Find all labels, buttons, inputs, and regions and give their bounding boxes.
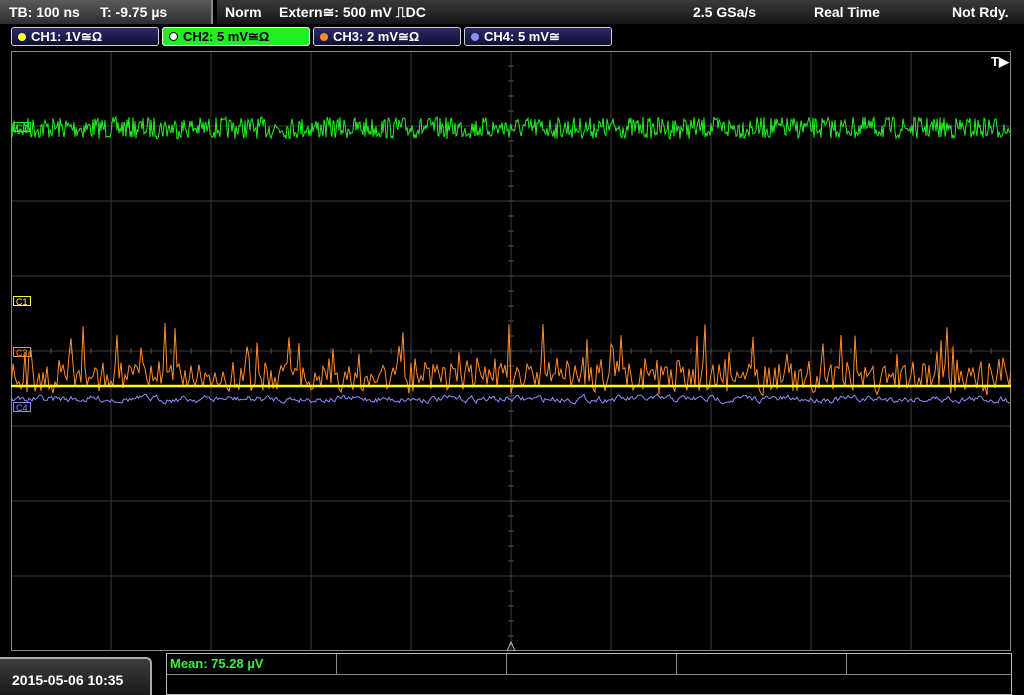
channel-tab-ch2[interactable]: CH2: 5 mV≅Ω: [162, 27, 310, 46]
channel-tab-ch3[interactable]: CH3: 2 mV≅Ω: [313, 27, 461, 46]
acquisition-mode: Real Time: [814, 4, 880, 20]
mean-measurement: Mean: 75.28 µV: [170, 656, 264, 671]
measurement-cell: [507, 654, 677, 674]
timebase-readout: TB: 100 ns: [9, 4, 80, 20]
waveform-display[interactable]: T▶ C2 C1 C3 C4: [11, 51, 1011, 651]
ch1-ground-marker[interactable]: C1: [13, 296, 31, 307]
trigger-indicator: T▶: [991, 54, 1009, 69]
channel-label: CH3: 2 mV≅Ω: [333, 29, 420, 44]
channel-label: CH1: 1V≅Ω: [31, 29, 103, 44]
timebase-panel[interactable]: TB: 100 ns T: -9.75 µs: [0, 0, 213, 24]
sample-rate: 2.5 GSa/s: [693, 4, 757, 20]
channel-tab-ch4[interactable]: CH4: 5 mV≅: [464, 27, 612, 46]
channel-dot-icon: [169, 32, 178, 41]
channel-dot-icon: [471, 33, 479, 41]
ready-state: Not Rdy.: [952, 4, 1009, 20]
measurement-divider: [167, 674, 1011, 675]
trigger-mode: Norm: [225, 4, 262, 20]
channel-label: CH4: 5 mV≅: [484, 29, 560, 44]
channel-label: CH2: 5 mV≅Ω: [183, 29, 270, 44]
date-time: 2015-05-06 10:35: [0, 657, 152, 695]
status-bar: TB: 100 ns T: -9.75 µs Norm Extern≅: 500…: [0, 0, 1024, 24]
ch3-ground-marker[interactable]: C3: [13, 347, 31, 358]
trigger-panel[interactable]: Norm Extern≅: 500 mV ⎍DC 2.5 GSa/s Real …: [217, 0, 1024, 24]
measurement-cell: [677, 654, 847, 674]
ch4-ground-marker[interactable]: C4: [13, 402, 31, 413]
channel-bar: CH1: 1V≅Ω CH2: 5 mV≅Ω CH3: 2 mV≅Ω CH4: 5…: [0, 26, 1024, 48]
channel-dot-icon: [320, 33, 328, 41]
channel-tab-ch1[interactable]: CH1: 1V≅Ω: [11, 27, 159, 46]
waveform-svg: [11, 51, 1011, 651]
channel-dot-icon: [18, 33, 26, 41]
trigger-time-readout: T: -9.75 µs: [100, 4, 168, 20]
grid-lines: [11, 51, 1011, 651]
trigger-source: Extern≅: 500 mV ⎍DC: [279, 4, 426, 20]
measurement-panel[interactable]: Mean: 75.28 µV: [166, 653, 1012, 695]
measurement-cell: [337, 654, 507, 674]
ch2-ground-marker[interactable]: C2: [13, 122, 31, 133]
measurement-cell: Mean: 75.28 µV: [167, 654, 337, 674]
